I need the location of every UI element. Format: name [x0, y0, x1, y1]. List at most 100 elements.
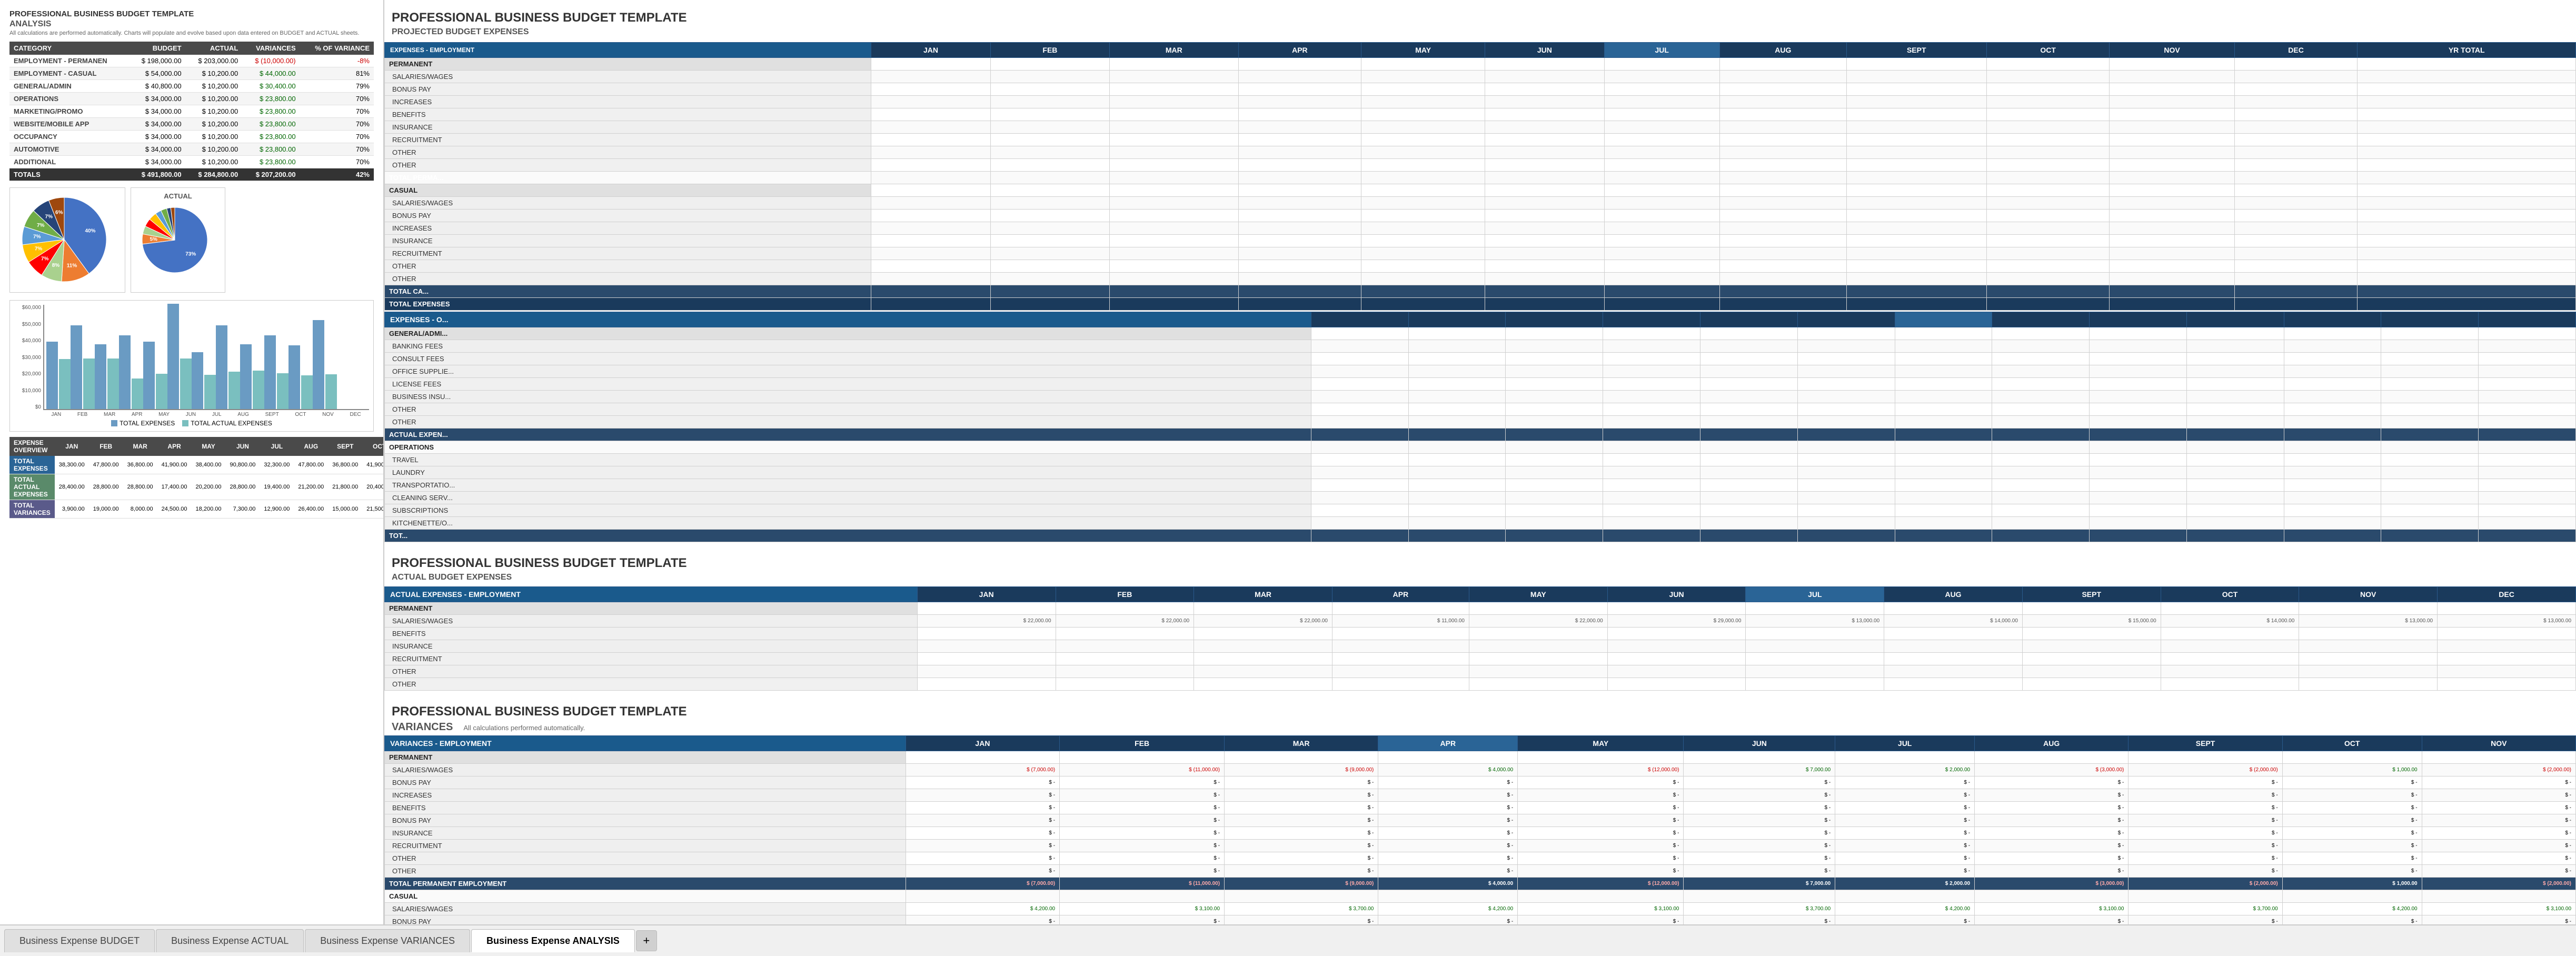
- var-perm-val-4-9: $ -: [2282, 814, 2422, 827]
- analysis-var-7: $ 23,800.00: [242, 143, 300, 156]
- analysis-actual-1: $ 10,200.00: [186, 67, 243, 80]
- gen-oth1-label: OTHER: [385, 403, 1311, 416]
- var-perm-val-3-10: $ -: [2422, 802, 2575, 814]
- analysis-cat-7: AUTOMOTIVE: [9, 143, 129, 156]
- summary-table: EXPENSE OVERVIEW JAN FEB MAR APR MAY JUN…: [9, 437, 384, 519]
- var-perm-hdr: PERMANENT: [385, 751, 2576, 764]
- perm-jan[interactable]: [871, 58, 991, 71]
- sum-val-0-7: 47,800.00: [294, 456, 328, 474]
- bar-x-labels: JANFEBMARAPRMAYJUNJULAUGSEPTOCTNOVDEC: [43, 412, 369, 417]
- budget-bar-OCT: [264, 335, 276, 409]
- tab-add-button[interactable]: +: [636, 930, 657, 951]
- var-perm-val-6-3: $ -: [1378, 840, 1518, 852]
- cas-ins-label: INSURANCE: [385, 235, 871, 247]
- var-perm-total-val-9: $ 1,000.00: [2282, 878, 2422, 890]
- analysis-cat-1: EMPLOYMENT - CASUAL: [9, 67, 129, 80]
- pie-label-6: 7%: [37, 223, 45, 228]
- var-perm-row-2: INCREASES$ -$ -$ -$ -$ -$ -$ -$ -$ -$ -$…: [385, 789, 2576, 802]
- var-perm-val-7-7: $ -: [1975, 852, 2129, 865]
- var-perm-val-7-6: $ -: [1835, 852, 1975, 865]
- budget-bar-JUL: [192, 352, 203, 409]
- budget-bar-DEC: [313, 320, 324, 410]
- tab-budget[interactable]: Business Expense BUDGET: [4, 929, 155, 952]
- budget-th-aug: AUG: [1719, 43, 1846, 58]
- analysis-var-2: $ 30,400.00: [242, 80, 300, 93]
- var-perm-val-0-6: $ 2,000.00: [1835, 764, 1975, 776]
- tab-variances[interactable]: Business Expense VARIANCES: [305, 929, 470, 952]
- other2-label: OTHER: [385, 159, 871, 172]
- tab-analysis[interactable]: Business Expense ANALYSIS: [471, 929, 635, 952]
- sal-jan[interactable]: [871, 71, 991, 83]
- budget-subtitle: PROJECTED BUDGET EXPENSES: [384, 27, 2576, 42]
- var-perm-val-8-3: $ -: [1378, 865, 1518, 878]
- legend-budget-label: TOTAL EXPENSES: [120, 420, 175, 427]
- bar-group-AUG: [216, 325, 240, 409]
- subscriptions-row: SUBSCRIPTIONS: [385, 504, 2576, 517]
- var-perm-total-val-5: $ 7,000.00: [1684, 878, 1835, 890]
- var-cas-row-0: SALARIES/WAGES$ 4,200.00$ 3,100.00$ 3,70…: [385, 903, 2576, 915]
- var-perm-val-0-0: $ (7,000.00): [906, 764, 1059, 776]
- budget-th-category: EXPENSES - EMPLOYMENT: [385, 43, 871, 58]
- pie-label-3: 7%: [41, 256, 49, 262]
- var-perm-val-3-3: $ -: [1378, 802, 1518, 814]
- var-perm-row-4: BONUS PAY$ -$ -$ -$ -$ -$ -$ -$ -$ -$ -$…: [385, 814, 2576, 827]
- budget-th-jul: JUL: [1604, 43, 1719, 58]
- budget-pie-chart: 40%11%8%7%7%7%7%7%6%: [9, 187, 125, 293]
- cas-bonus-row: BONUS PAY: [385, 210, 2576, 222]
- analysis-pct-9: 42%: [300, 168, 374, 181]
- x-label-APR: APR: [132, 412, 143, 417]
- actual-bar-APR: [132, 379, 143, 409]
- analysis-table: CATEGORY BUDGET ACTUAL VARIANCES % OF VA…: [9, 42, 374, 181]
- var-perm-val-0-10: $ (2,000.00): [2422, 764, 2575, 776]
- var-perm-val-1-0: $ -: [906, 776, 1059, 789]
- bar-group-APR: [119, 335, 143, 409]
- x-label-DEC: DEC: [350, 412, 361, 417]
- license-label: LICENSE FEES: [385, 378, 1311, 391]
- var-perm-val-3-1: $ -: [1060, 802, 1225, 814]
- analysis-actual-7: $ 10,200.00: [186, 143, 243, 156]
- cas-ins-row: INSURANCE: [385, 235, 2576, 247]
- total-exp-row: TOTAL EXPENSES: [385, 298, 2576, 311]
- var-perm-val-2-3: $ -: [1378, 789, 1518, 802]
- bonus-row: BONUS PAY: [385, 83, 2576, 96]
- budget-bar-JAN: [46, 342, 58, 409]
- transport-row: TRANSPORTATIO...: [385, 479, 2576, 492]
- tab-actual[interactable]: Business Expense ACTUAL: [156, 929, 304, 952]
- var-perm-val-8-5: $ -: [1684, 865, 1835, 878]
- summary-row-1: TOTAL ACTUAL EXPENSES28,400.0028,800.002…: [9, 474, 384, 500]
- bar-legend: TOTAL EXPENSES TOTAL ACTUAL EXPENSES: [14, 420, 369, 427]
- biz-ins-label: BUSINESS INSU...: [385, 391, 1311, 403]
- var-th-category: VARIANCES - EMPLOYMENT: [385, 736, 906, 751]
- var-perm-val-5-4: $ -: [1518, 827, 1684, 840]
- analysis-budget-0: $ 198,000.00: [129, 55, 186, 67]
- budget-bar-MAY: [143, 342, 155, 409]
- var-perm-val-7-4: $ -: [1518, 852, 1684, 865]
- budget-title: PROFESSIONAL BUSINESS BUDGET TEMPLATE: [384, 5, 2576, 27]
- analysis-budget-6: $ 34,000.00: [129, 131, 186, 143]
- gen-header-row: GENERAL/ADMI...: [385, 327, 2576, 340]
- act-ins-row: INSURANCE: [385, 640, 2576, 653]
- var-perm-val-1-4: $ -: [1518, 776, 1684, 789]
- analysis-var-1: $ 44,000.00: [242, 67, 300, 80]
- sum-col-jan: JAN: [55, 437, 89, 456]
- var-perm-total-val-2: $ (9,000.00): [1225, 878, 1378, 890]
- var-perm-val-6-9: $ -: [2282, 840, 2422, 852]
- var-perm-val-7-10: $ -: [2422, 852, 2575, 865]
- app-container: PROFESSIONAL BUSINESS BUDGET TEMPLATE AN…: [0, 0, 2576, 956]
- var-perm-val-1-5: $ -: [1684, 776, 1835, 789]
- main-content: PROFESSIONAL BUSINESS BUDGET TEMPLATE AN…: [0, 0, 2576, 956]
- actual-pie-chart: ACTUAL 73%5%: [131, 187, 225, 293]
- office-label: OFFICE SUPPLIE...: [385, 365, 1311, 378]
- cas-inc-label: INCREASES: [385, 222, 871, 235]
- var-perm-val-8-10: $ -: [2422, 865, 2575, 878]
- var-perm-val-3-5: $ -: [1684, 802, 1835, 814]
- cas-rec-row: RECRUITMENT: [385, 247, 2576, 260]
- budget-th-may: MAY: [1361, 43, 1485, 58]
- var-row-label-1: BONUS PAY: [385, 776, 906, 789]
- total-ops-row: TOT...: [385, 530, 2576, 542]
- sum-val-0-1: 47,800.00: [89, 456, 123, 474]
- pie-label-2: 8%: [52, 263, 60, 268]
- right-panel[interactable]: PROFESSIONAL BUSINESS BUDGET TEMPLATE PR…: [384, 0, 2576, 956]
- analysis-var-4: $ 23,800.00: [242, 105, 300, 118]
- sum-col-sept: SEPT: [328, 437, 362, 456]
